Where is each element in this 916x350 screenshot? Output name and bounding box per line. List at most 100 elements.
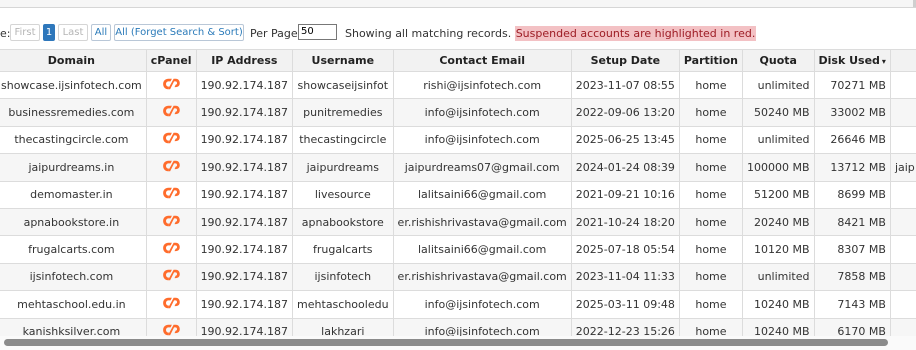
setup-date: 2023-11-04 11:33	[570, 262, 680, 292]
cpanel-link[interactable]	[145, 98, 197, 127]
cpanel-link[interactable]	[145, 290, 197, 319]
username: showcaseijsinfot	[292, 70, 394, 100]
cpanel-logo-icon[interactable]	[160, 268, 182, 282]
quota: 51200 MB	[741, 180, 815, 209]
all-button[interactable]: All	[91, 24, 111, 41]
cpanel-logo-icon[interactable]	[160, 241, 182, 255]
overflow-cell	[889, 207, 916, 237]
column-header-domain[interactable]: Domain	[0, 49, 147, 72]
table-row: demomaster.in 190.92.174.187 livesource lal…	[0, 180, 916, 209]
domain-link[interactable]: businessremedies.com	[0, 98, 147, 127]
disk-used: 8699 MB	[813, 180, 891, 209]
cpanel-link[interactable]	[145, 180, 197, 209]
disk-used: 8421 MB	[813, 207, 891, 237]
column-header-overflow	[889, 49, 916, 72]
contact-email-link[interactable]: lalitsaini66@gmail.com	[392, 180, 572, 209]
table-row: mehtaschool.edu.in 190.92.174.187 mehtasch…	[0, 290, 916, 319]
disk-used: 33002 MB	[813, 98, 891, 127]
horizontal-scrollbar[interactable]	[0, 336, 916, 350]
cpanel-link[interactable]	[145, 207, 197, 237]
quota: 10240 MB	[741, 290, 815, 319]
domain-link[interactable]: jaipurdreams.in	[0, 153, 147, 182]
username: ijsinfotech	[292, 262, 394, 292]
sort-descending-icon: ▾	[881, 57, 886, 66]
cpanel-logo-icon[interactable]	[160, 104, 182, 118]
setup-date: 2021-09-21 10:16	[570, 180, 680, 209]
cpanel-logo-icon[interactable]	[160, 296, 182, 310]
current-page-button[interactable]: 1	[43, 24, 55, 41]
first-page-button[interactable]: First	[10, 24, 40, 41]
quota: unlimited	[741, 262, 815, 292]
setup-date: 2023-11-07 08:55	[570, 70, 680, 100]
ip-address[interactable]: 190.92.174.187	[195, 180, 294, 209]
ip-address[interactable]: 190.92.174.187	[195, 235, 294, 264]
ip-address[interactable]: 190.92.174.187	[195, 98, 294, 127]
domain-link[interactable]: ijsinfotech.com	[0, 262, 147, 292]
column-header-disk-used[interactable]: Disk Used ▾	[813, 49, 891, 72]
partition: home	[678, 262, 743, 292]
cpanel-logo-icon[interactable]	[160, 77, 182, 91]
contact-email-link[interactable]: lalitsaini66@gmail.com	[392, 235, 572, 264]
partition: home	[678, 235, 743, 264]
contact-email-link[interactable]: info@ijsinfotech.com	[392, 290, 572, 319]
last-page-button[interactable]: Last	[58, 24, 88, 41]
username: frugalcarts	[292, 235, 394, 264]
contact-email-link[interactable]: rishi@ijsinfotech.com	[392, 70, 572, 100]
column-header-ip[interactable]: IP Address	[195, 49, 294, 72]
cpanel-logo-icon[interactable]	[160, 214, 182, 228]
cpanel-link[interactable]	[145, 235, 197, 264]
quota: unlimited	[741, 125, 815, 155]
ip-address[interactable]: 190.92.174.187	[195, 290, 294, 319]
column-header-username[interactable]: Username	[292, 49, 394, 72]
column-header-cpanel[interactable]: cPanel	[145, 49, 197, 72]
setup-date: 2025-07-18 05:54	[570, 235, 680, 264]
table-row: businessremedies.com 190.92.174.187 punitr…	[0, 98, 916, 127]
column-header-email[interactable]: Contact Email	[392, 49, 572, 72]
cpanel-link[interactable]	[145, 125, 197, 155]
username: livesource	[292, 180, 394, 209]
domain-link[interactable]: showcase.ijsinfotech.com	[0, 70, 147, 100]
contact-email-link[interactable]: info@ijsinfotech.com	[392, 98, 572, 127]
overflow-cell	[889, 262, 916, 292]
overflow-cell	[889, 98, 916, 127]
ip-address[interactable]: 190.92.174.187	[195, 125, 294, 155]
column-header-quota[interactable]: Quota	[741, 49, 815, 72]
top-panel-edge	[0, 0, 916, 8]
cpanel-logo-icon[interactable]	[160, 131, 182, 145]
ip-address[interactable]: 190.92.174.187	[195, 262, 294, 292]
domain-link[interactable]: thecastingcircle.com	[0, 125, 147, 155]
status-message: Showing all matching records. Suspended …	[345, 26, 757, 41]
overflow-cell	[889, 125, 916, 155]
cpanel-logo-icon[interactable]	[160, 159, 182, 173]
setup-date: 2025-03-11 09:48	[570, 290, 680, 319]
ip-address[interactable]: 190.92.174.187	[195, 70, 294, 100]
cpanel-link[interactable]	[145, 153, 197, 182]
contact-email-link[interactable]: er.rishishrivastava@gmail.com	[392, 207, 572, 237]
cpanel-link[interactable]	[145, 70, 197, 100]
domain-link[interactable]: mehtaschool.edu.in	[0, 290, 147, 319]
contact-email-link[interactable]: jaipurdreams07@gmail.com	[392, 153, 572, 182]
per-page-input[interactable]	[298, 24, 337, 40]
ip-address[interactable]: 190.92.174.187	[195, 153, 294, 182]
setup-date: 2022-09-06 13:20	[570, 98, 680, 127]
overflow-cell	[889, 70, 916, 100]
ip-address[interactable]: 190.92.174.187	[195, 207, 294, 237]
quota: unlimited	[741, 70, 815, 100]
quota: 10120 MB	[741, 235, 815, 264]
quota: 50240 MB	[741, 98, 815, 127]
contact-email-link[interactable]: info@ijsinfotech.com	[392, 125, 572, 155]
column-header-partition[interactable]: Partition	[678, 49, 743, 72]
forget-search-sort-button[interactable]: All (Forget Search & Sort)	[114, 24, 244, 41]
domain-link[interactable]: frugalcarts.com	[0, 235, 147, 264]
scrollbar-thumb[interactable]	[4, 339, 888, 346]
cpanel-link[interactable]	[145, 262, 197, 292]
cpanel-logo-icon[interactable]	[160, 186, 182, 200]
username: mehtaschooledu	[292, 290, 394, 319]
column-header-setup-date[interactable]: Setup Date	[570, 49, 680, 72]
table-header-row: Domain cPanel IP Address Username Contac…	[0, 49, 916, 72]
contact-email-link[interactable]: er.rishishrivastava@gmail.com	[392, 262, 572, 292]
disk-used: 8307 MB	[813, 235, 891, 264]
domain-link[interactable]: demomaster.in	[0, 180, 147, 209]
domain-link[interactable]: apnabookstore.in	[0, 207, 147, 237]
suspended-highlight-note: Suspended accounts are highlighted in re…	[514, 26, 757, 41]
